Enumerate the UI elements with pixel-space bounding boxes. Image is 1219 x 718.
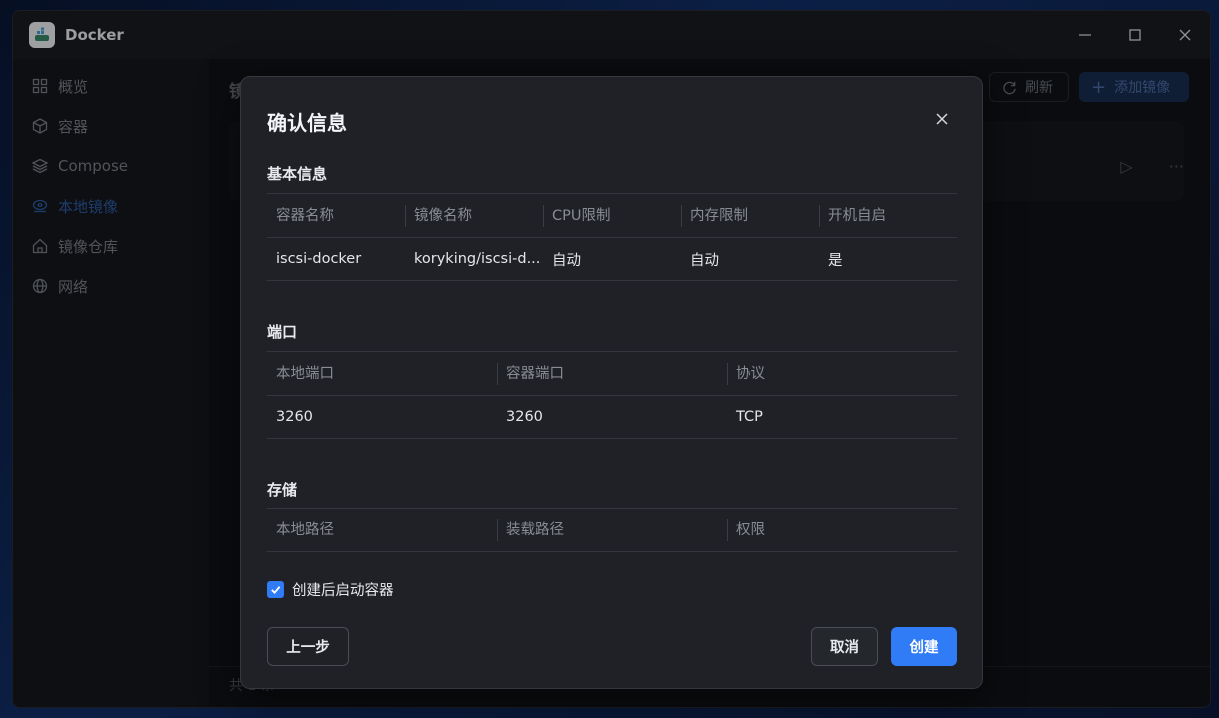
storage-table: 本地路径 装载路径 权限	[267, 508, 957, 552]
header-cell: 容器名称	[276, 207, 334, 224]
basic-info-table: 容器名称 镜像名称 CPU限制 内存限制 开机自启 iscsi-docker k…	[267, 193, 957, 281]
dialog-close-button[interactable]	[932, 109, 952, 129]
back-button[interactable]: 上一步	[267, 627, 349, 666]
close-icon	[936, 113, 948, 125]
confirm-dialog: 确认信息 基本信息 容器名称 镜像名称 CPU限制 内存限制 开机自启 iscs…	[240, 76, 983, 689]
check-icon	[271, 586, 281, 595]
cancel-button[interactable]: 取消	[811, 627, 878, 666]
header-cell: 内存限制	[681, 203, 819, 229]
start-after-create-checkbox[interactable]	[267, 581, 284, 598]
header-cell: 装载路径	[497, 517, 727, 543]
start-after-create-row[interactable]: 创建后启动容器	[267, 579, 394, 600]
section-ports-title: 端口	[267, 323, 298, 341]
header-cell: 本地路径	[276, 522, 334, 538]
header-cell: 镜像名称	[405, 203, 543, 229]
section-storage-title: 存储	[267, 481, 298, 499]
table-row: iscsi-docker koryking/iscsi-d... 自动 自动 是	[267, 237, 957, 281]
header-cell: 本地端口	[276, 365, 334, 382]
table-header: 容器名称 镜像名称 CPU限制 内存限制 开机自启	[267, 193, 957, 237]
cell-container-port: 3260	[506, 409, 543, 425]
header-cell: 容器端口	[497, 361, 727, 387]
header-cell: 权限	[727, 517, 957, 543]
cell-cpu-limit: 自动	[552, 252, 581, 269]
header-cell: CPU限制	[543, 203, 681, 229]
ports-table: 本地端口 容器端口 协议 3260 3260 TCP	[267, 351, 957, 439]
cell-protocol: TCP	[736, 409, 763, 425]
cell-autostart: 是	[828, 252, 843, 269]
header-cell: 开机自启	[819, 203, 957, 229]
header-cell: 协议	[727, 361, 957, 387]
create-button[interactable]: 创建	[891, 627, 957, 666]
cell-memory-limit: 自动	[690, 252, 719, 269]
cell-container-name: iscsi-docker	[276, 251, 362, 267]
table-header: 本地路径 装载路径 权限	[267, 508, 957, 552]
table-row: 3260 3260 TCP	[267, 395, 957, 439]
cell-image-name: koryking/iscsi-d...	[414, 251, 541, 267]
dialog-title: 确认信息	[267, 111, 347, 135]
start-after-create-label: 创建后启动容器	[292, 583, 394, 599]
section-basic-title: 基本信息	[267, 165, 328, 183]
cell-local-port: 3260	[276, 409, 313, 425]
table-header: 本地端口 容器端口 协议	[267, 351, 957, 395]
